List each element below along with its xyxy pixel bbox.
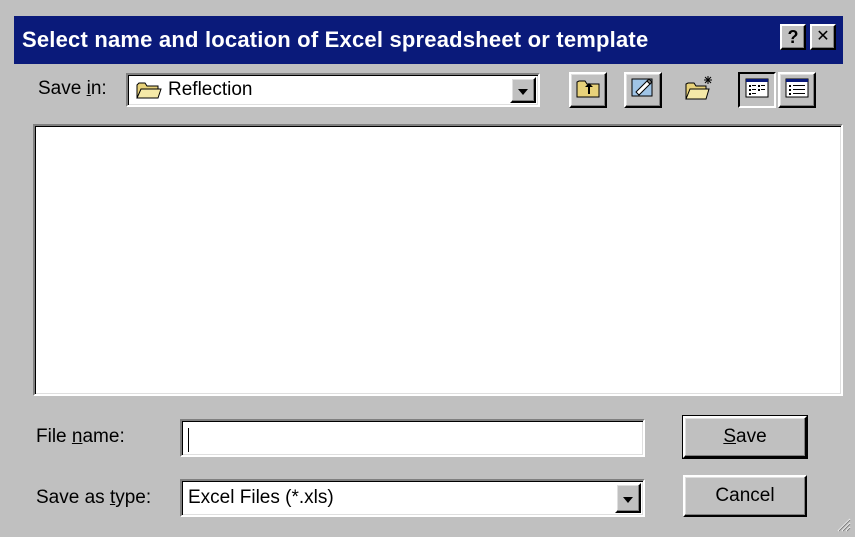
file-name-label: File name: (36, 426, 125, 448)
save-in-label-suffix: n: (90, 78, 107, 99)
save-dialog: Select name and location of Excel spread… (0, 0, 855, 536)
desktop-icon (629, 76, 657, 105)
new-folder-icon (684, 75, 714, 106)
chevron-down-icon (517, 80, 529, 101)
desktop-button[interactable] (624, 72, 662, 108)
save-in-label-prefix: Save (38, 78, 87, 99)
details-view-button[interactable] (778, 72, 816, 108)
resize-grip-icon[interactable] (835, 516, 851, 532)
file-name-label-suffix: ame: (82, 426, 125, 447)
chevron-down-icon (622, 488, 634, 509)
close-icon: ✕ (816, 28, 830, 45)
list-view-button[interactable] (738, 72, 776, 108)
file-name-label-access-key: n (71, 426, 83, 447)
save-button-access-key: S (723, 426, 737, 447)
file-name-field[interactable] (180, 419, 645, 457)
file-list[interactable] (33, 124, 843, 396)
help-button[interactable]: ? (780, 24, 806, 50)
save-button[interactable]: Save (682, 415, 808, 459)
cancel-button[interactable]: Cancel (683, 475, 807, 517)
save-as-type-dropdown[interactable]: Excel Files (*.xls) (180, 479, 645, 517)
new-folder-button[interactable] (680, 72, 718, 108)
close-button[interactable]: ✕ (810, 24, 836, 50)
cancel-button-label: Cancel (715, 485, 775, 506)
save-in-dropdown[interactable]: Reflection (126, 73, 540, 107)
save-as-type-value: Excel Files (*.xls) (188, 487, 334, 508)
title-bar[interactable]: Select name and location of Excel spread… (14, 16, 843, 64)
save-in-label: Save in: (38, 78, 107, 100)
file-name-label-prefix: File (36, 426, 72, 447)
folder-icon (136, 80, 162, 100)
save-in-dropdown-button[interactable] (510, 77, 536, 103)
dialog-title: Select name and location of Excel spread… (22, 27, 649, 52)
save-button-label: ave (736, 426, 767, 447)
up-one-level-button[interactable] (569, 72, 607, 108)
up-one-level-icon (575, 77, 601, 104)
list-view-icon (745, 78, 769, 103)
save-as-type-label-suffix: ype: (115, 487, 152, 508)
text-caret (188, 428, 189, 452)
save-as-type-label-prefix: Save as (36, 487, 110, 508)
save-as-type-label: Save as type: (36, 487, 151, 509)
save-in-value: Reflection (168, 79, 253, 100)
save-as-type-dropdown-button[interactable] (615, 483, 641, 513)
help-icon: ? (787, 27, 799, 47)
details-view-icon (785, 78, 809, 103)
